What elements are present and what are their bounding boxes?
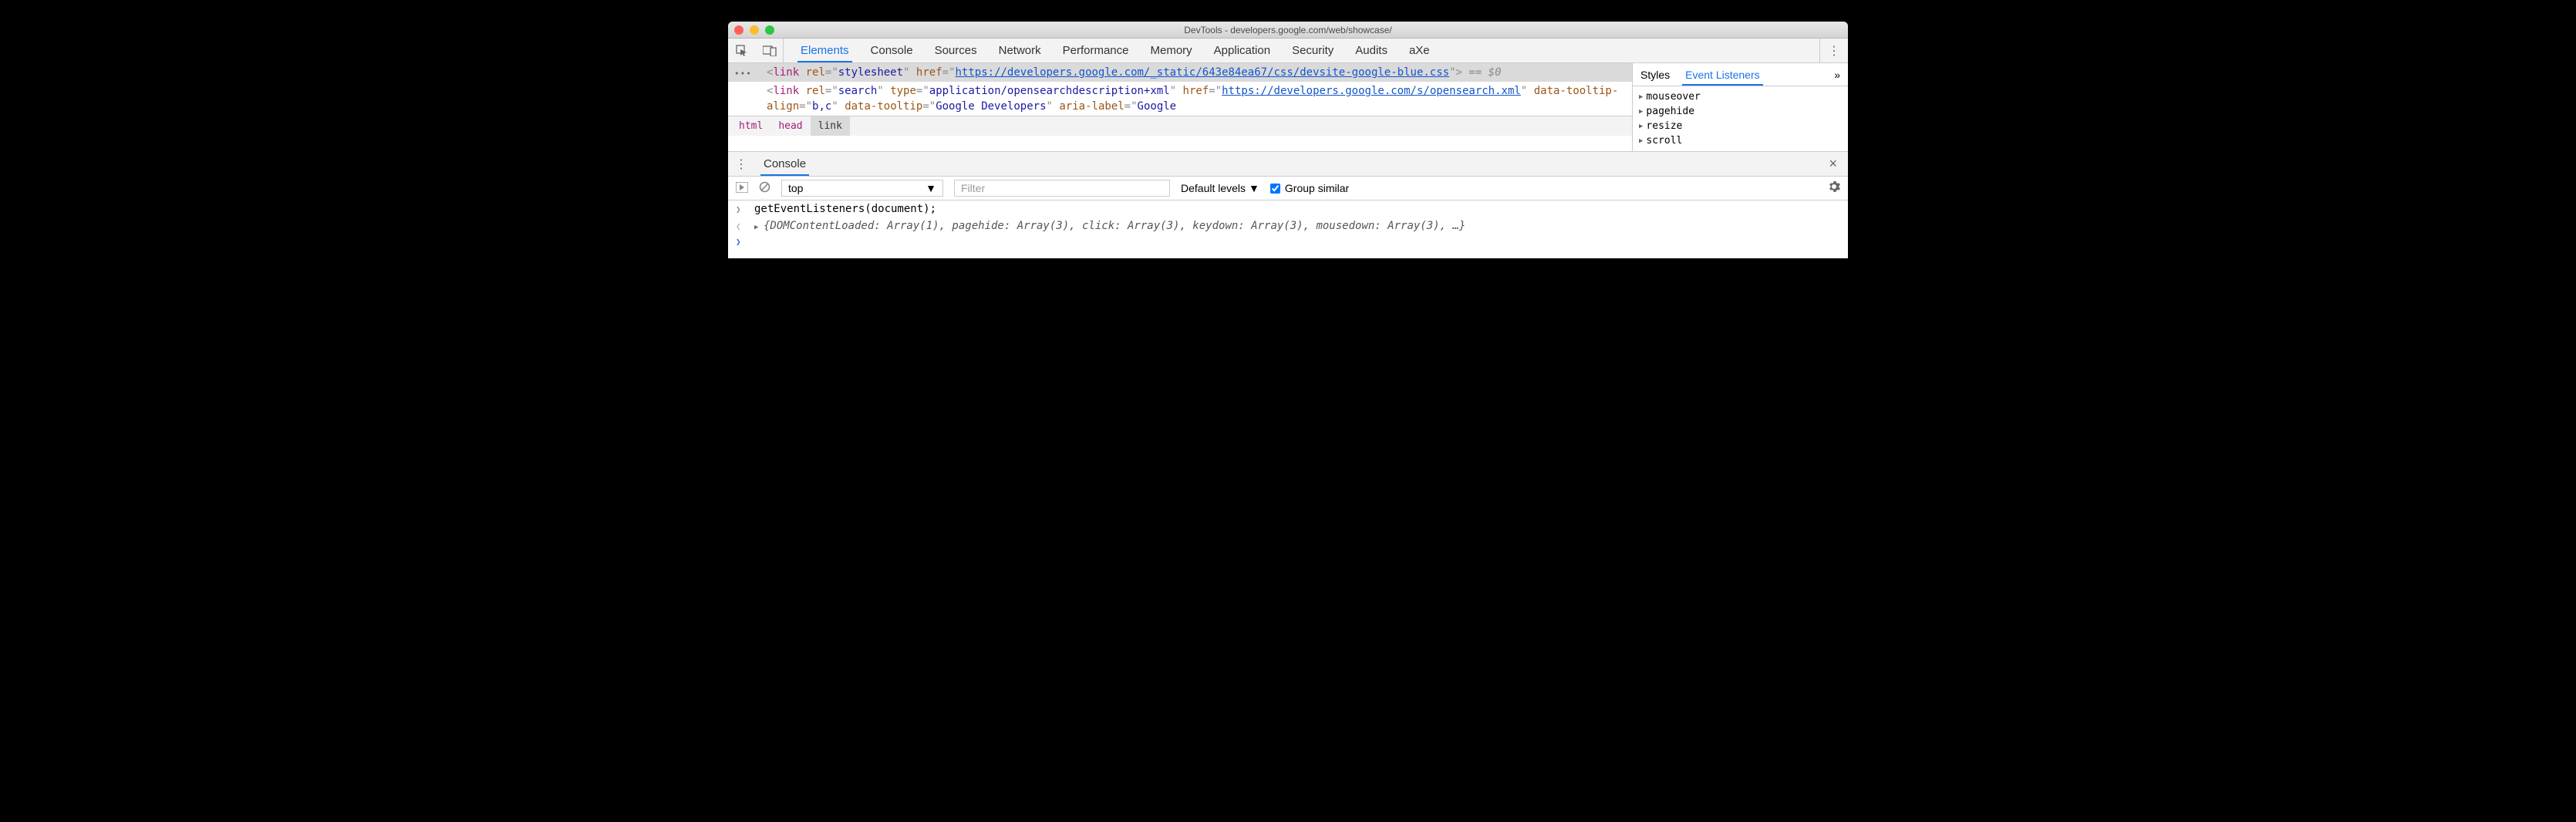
- event-scroll[interactable]: ▶scroll: [1639, 133, 1842, 148]
- titlebar: DevTools - developers.google.com/web/sho…: [728, 22, 1848, 39]
- breadcrumb-head[interactable]: head: [770, 116, 810, 136]
- expand-triangle-icon: ▶: [1639, 93, 1643, 101]
- expand-triangle-icon: ▶: [1639, 123, 1643, 130]
- devtools-tabbar: ElementsConsoleSourcesNetworkPerformance…: [728, 39, 1848, 63]
- tab-audits[interactable]: Audits: [1344, 39, 1398, 62]
- tab-axe[interactable]: aXe: [1398, 39, 1441, 62]
- sidebar-tabs: StylesEvent Listeners »: [1633, 63, 1848, 86]
- dom-node-selected[interactable]: ••• <link rel="stylesheet" href="https:/…: [728, 63, 1632, 82]
- chevron-down-icon: ▼: [926, 182, 936, 194]
- tab-console[interactable]: Console: [860, 39, 924, 62]
- expand-triangle-icon: ▶: [1639, 108, 1643, 116]
- tab-memory[interactable]: Memory: [1140, 39, 1203, 62]
- tab-elements[interactable]: Elements: [790, 39, 860, 62]
- drawer-tab-console[interactable]: Console: [754, 152, 815, 176]
- console-output-row[interactable]: ❮ ▶ {DOMContentLoaded: Array(1), pagehid…: [728, 217, 1848, 234]
- device-toggle-icon[interactable]: [756, 39, 784, 62]
- event-mouseover[interactable]: ▶mouseover: [1639, 89, 1842, 104]
- tab-network[interactable]: Network: [988, 39, 1052, 62]
- expand-triangle-icon[interactable]: ▶: [754, 224, 758, 231]
- tab-security[interactable]: Security: [1281, 39, 1344, 62]
- devtools-menu-icon[interactable]: ⋮: [1820, 39, 1848, 62]
- elements-panel: ••• <link rel="stylesheet" href="https:/…: [728, 63, 1632, 151]
- breadcrumb: htmlheadlink: [728, 116, 1632, 136]
- event-listeners-list: ▶mouseover▶pagehide▶resize▶scroll: [1633, 86, 1848, 151]
- console-input-row: ❯ getEventListeners(document);: [728, 200, 1848, 217]
- devtools-window: DevTools - developers.google.com/web/sho…: [728, 22, 1848, 258]
- sidebar-tab-styles[interactable]: Styles: [1633, 63, 1677, 86]
- console-drawer-header: ⋮ Console ×: [728, 151, 1848, 176]
- chevron-down-icon: ▼: [1249, 182, 1259, 194]
- context-dropdown[interactable]: top ▼: [781, 180, 943, 197]
- tab-sources[interactable]: Sources: [924, 39, 988, 62]
- tab-application[interactable]: Application: [1203, 39, 1281, 62]
- group-similar-checkbox[interactable]: Group similar: [1270, 182, 1349, 194]
- sidebar-tab-event-listeners[interactable]: Event Listeners: [1677, 63, 1768, 86]
- event-pagehide[interactable]: ▶pagehide: [1639, 104, 1842, 119]
- inspect-element-icon[interactable]: [728, 39, 756, 62]
- close-icon[interactable]: ×: [1818, 156, 1848, 172]
- event-resize[interactable]: ▶resize: [1639, 119, 1842, 133]
- filter-input[interactable]: Filter: [954, 180, 1170, 197]
- window-title: DevTools - developers.google.com/web/sho…: [728, 25, 1848, 35]
- prompt-caret-icon: ❯: [736, 237, 754, 247]
- clear-console-icon[interactable]: [759, 181, 770, 195]
- console-prompt[interactable]: ❯: [728, 234, 1848, 249]
- dom-tree[interactable]: ••• <link rel="stylesheet" href="https:/…: [728, 63, 1632, 116]
- sidebar-more-icon[interactable]: »: [1826, 69, 1848, 81]
- tab-performance[interactable]: Performance: [1052, 39, 1140, 62]
- execution-toggle-icon[interactable]: [736, 182, 748, 195]
- gear-icon[interactable]: [1828, 180, 1840, 197]
- ellipsis-icon: •••: [734, 66, 752, 82]
- breadcrumb-html[interactable]: html: [731, 116, 770, 136]
- console-output[interactable]: ❯ getEventListeners(document); ❮ ▶ {DOMC…: [728, 200, 1848, 258]
- drawer-menu-icon[interactable]: ⋮: [728, 157, 754, 172]
- expand-triangle-icon: ▶: [1639, 137, 1643, 145]
- console-toolbar: top ▼ Filter Default levels ▼ Group simi…: [728, 176, 1848, 200]
- log-levels-dropdown[interactable]: Default levels ▼: [1181, 182, 1259, 194]
- styles-sidebar: StylesEvent Listeners » ▶mouseover▶pagehi…: [1632, 63, 1848, 151]
- dom-node[interactable]: <link rel="search" type="application/ope…: [728, 82, 1632, 116]
- output-caret-icon: ❮: [736, 221, 754, 231]
- group-similar-input[interactable]: [1270, 184, 1280, 194]
- input-caret-icon: ❯: [736, 204, 754, 214]
- breadcrumb-link[interactable]: link: [811, 116, 850, 136]
